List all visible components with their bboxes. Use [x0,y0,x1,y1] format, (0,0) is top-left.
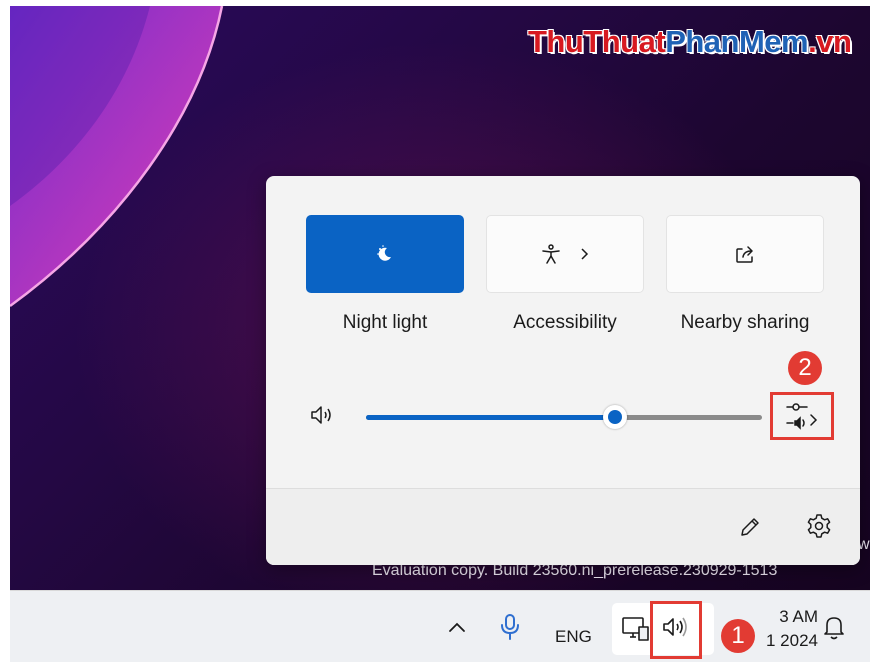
accessibility-tile[interactable] [486,215,644,293]
quick-settings-panel: Night light Accessibility Nearby sharing [266,176,860,565]
gear-icon[interactable] [806,513,832,539]
wallpaper-swirl [10,6,224,308]
night-light-label: Night light [342,312,428,333]
volume-tray-highlight [650,601,702,659]
accessibility-label: Accessibility [513,312,617,333]
chevron-right-icon [580,247,590,261]
quick-settings-footer [266,488,860,565]
watermark-part-1: ThuThuat [528,24,666,59]
night-light-icon [374,243,396,265]
annotation-badge-1: 1 [721,619,755,653]
watermark-part-2: PhanMem [665,24,809,59]
volume-slider-track[interactable] [366,415,762,420]
desktop-wallpaper: ThuThuatPhanMem.vn w Evaluation copy. Bu… [10,6,870,590]
night-light-tile[interactable] [306,215,464,293]
share-icon [734,243,756,265]
site-watermark: ThuThuatPhanMem.vn [528,24,852,60]
volume-slider-fill [366,415,616,420]
annotation-badge-2: 2 [788,351,822,385]
screenshot-frame: ThuThuatPhanMem.vn w Evaluation copy. Bu… [10,6,870,662]
nearby-sharing-tile[interactable] [666,215,824,293]
microphone-icon[interactable] [499,613,521,641]
notification-bell-icon[interactable] [822,613,846,641]
network-icon[interactable] [620,615,650,643]
volume-slider-thumb[interactable] [603,405,628,429]
show-hidden-icons-chevron-icon[interactable] [446,617,468,637]
watermark-part-3: .vn [808,24,852,59]
volume-row [266,386,860,446]
accessibility-icon [540,243,562,265]
speaker-icon[interactable] [310,404,336,426]
input-language[interactable]: ENG [555,627,592,647]
pencil-icon[interactable] [738,515,762,539]
sound-output-button[interactable] [770,392,834,440]
taskbar: ENG 3 AM 1 2024 1 [10,590,870,662]
sound-output-icon [785,401,819,431]
nearby-sharing-label: Nearby sharing [680,312,810,333]
